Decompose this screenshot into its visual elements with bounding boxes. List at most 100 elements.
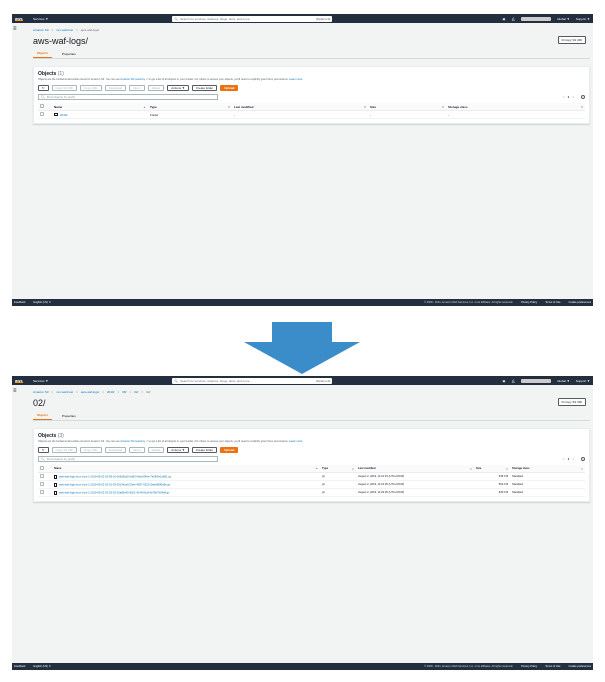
bell-icon[interactable]: 🔔︎ bbox=[511, 17, 515, 21]
column-header-last-modified[interactable]: Last modified ▽ bbox=[232, 103, 368, 111]
copy-url-button[interactable]: Copy URL bbox=[80, 447, 102, 453]
tab-bar: Objects Properties bbox=[33, 50, 590, 59]
refresh-button[interactable]: ↻ bbox=[38, 447, 49, 453]
column-header-type[interactable]: Type ▽ bbox=[148, 103, 232, 111]
search-icon: 🔍︎ bbox=[41, 95, 45, 99]
copy-s3-uri-button[interactable]: Copy S3 URI bbox=[51, 447, 78, 453]
column-header-last-modified[interactable]: Last modified ▽ bbox=[356, 465, 474, 473]
object-name-link[interactable]: aws-waf-logs-xxxx-xxxx-1-2019-08-02-02-0… bbox=[59, 475, 171, 478]
objects-table: Name ▲ Type ▽ Last modified ▽ Size ▽ Storage… bbox=[38, 103, 585, 119]
support-menu[interactable]: Support ▼ bbox=[576, 379, 590, 383]
actions-dropdown[interactable]: Actions ▼ bbox=[167, 85, 189, 91]
inventory-link[interactable]: Amazon S3 inventory bbox=[120, 78, 145, 81]
gear-icon[interactable] bbox=[581, 457, 585, 461]
open-button[interactable]: Open bbox=[129, 85, 145, 91]
breadcrumb-item[interactable]: xxx-waf-host bbox=[56, 28, 73, 32]
breadcrumb-item[interactable]: Amazon S3 bbox=[33, 28, 49, 32]
copy-s3-uri-button[interactable]: ⧉ Copy S3 URI bbox=[557, 398, 586, 406]
account-menu[interactable] bbox=[521, 16, 552, 21]
feedback-link[interactable]: Feedback bbox=[14, 301, 25, 304]
breadcrumb-item[interactable]: xxx-waf-host bbox=[56, 390, 73, 394]
learn-more-link[interactable]: Learn more bbox=[289, 78, 302, 81]
column-header-name[interactable]: Name ▲ bbox=[52, 465, 320, 473]
page-number[interactable]: 1 bbox=[568, 95, 570, 99]
delete-button[interactable]: Delete bbox=[147, 85, 165, 91]
cloudshell-icon[interactable]: ▣ bbox=[503, 379, 506, 383]
breadcrumb-item[interactable]: 08/ bbox=[122, 390, 126, 394]
cookie-preferences-link[interactable]: Cookie preferences bbox=[569, 301, 592, 304]
page-number[interactable]: 1 bbox=[568, 457, 570, 461]
services-menu[interactable]: Services ▼ bbox=[33, 17, 48, 21]
language-selector[interactable]: English (US) ▼ bbox=[33, 665, 51, 668]
services-menu[interactable]: Services ▼ bbox=[33, 379, 48, 383]
cloudshell-icon[interactable]: ▣ bbox=[503, 17, 506, 21]
upload-button[interactable]: Upload bbox=[220, 85, 239, 91]
tab-objects[interactable]: Objects bbox=[33, 51, 53, 58]
inventory-link[interactable]: Amazon S3 inventory bbox=[120, 440, 145, 443]
gear-icon[interactable] bbox=[581, 95, 585, 99]
column-header-type[interactable]: Type ▽ bbox=[320, 465, 356, 473]
download-button[interactable]: Download bbox=[104, 85, 127, 91]
hamburger-icon[interactable]: ≡ bbox=[13, 388, 17, 394]
copy-s3-uri-button[interactable]: Copy S3 URI bbox=[51, 85, 78, 91]
region-menu[interactable]: Global ▼ bbox=[557, 17, 569, 21]
breadcrumb-item[interactable]: 02/ bbox=[134, 390, 138, 394]
account-menu[interactable] bbox=[521, 378, 552, 383]
row-checkbox[interactable] bbox=[40, 112, 44, 116]
language-selector[interactable]: English (US) ▼ bbox=[33, 301, 51, 304]
column-header-name[interactable]: Name ▲ bbox=[52, 103, 148, 111]
prev-page-button[interactable]: < bbox=[563, 95, 565, 99]
terms-link[interactable]: Terms of Use bbox=[545, 665, 560, 668]
global-search-input[interactable]: 🔍︎ Search for services, features, blogs, … bbox=[172, 15, 333, 22]
next-page-button[interactable]: > bbox=[572, 95, 574, 99]
column-header-storage-class[interactable]: Storage class ▽ bbox=[446, 103, 585, 111]
sort-icon: ▽ bbox=[505, 467, 508, 471]
copy-url-button[interactable]: Copy URL bbox=[80, 85, 102, 91]
object-name-link[interactable]: aws-waf-logs-xxxx-xxxx-1-2019-08-02-02-1… bbox=[59, 483, 170, 486]
breadcrumb-item[interactable]: Amazon S3 bbox=[33, 390, 49, 394]
aws-logo[interactable]: aws bbox=[15, 378, 23, 383]
create-folder-button[interactable]: Create folder bbox=[191, 447, 218, 453]
column-header-size[interactable]: Size ▽ bbox=[368, 103, 446, 111]
download-button[interactable]: Download bbox=[104, 447, 127, 453]
create-folder-button[interactable]: Create folder bbox=[191, 85, 218, 91]
select-all-checkbox[interactable] bbox=[40, 466, 44, 470]
column-header-size[interactable]: Size ▽ bbox=[474, 465, 510, 473]
next-page-button[interactable]: > bbox=[572, 457, 574, 461]
object-name-link[interactable]: aws-waf-logs-xxxx-xxxx-1-2019-08-02-02-2… bbox=[59, 491, 170, 494]
row-checkbox[interactable] bbox=[40, 482, 44, 486]
top-nav-bar: aws Services ▼ 🔍︎ Search for services, fe… bbox=[12, 14, 593, 23]
privacy-link[interactable]: Privacy Policy bbox=[521, 301, 537, 304]
learn-more-link[interactable]: Learn more bbox=[289, 440, 302, 443]
select-all-checkbox[interactable] bbox=[40, 104, 44, 108]
cookie-preferences-link[interactable]: Cookie preferences bbox=[569, 665, 592, 668]
terms-link[interactable]: Terms of Use bbox=[545, 301, 560, 304]
privacy-link[interactable]: Privacy Policy bbox=[521, 665, 537, 668]
refresh-button[interactable]: ↻ bbox=[38, 85, 49, 91]
delete-button[interactable]: Delete bbox=[147, 447, 165, 453]
tab-objects[interactable]: Objects bbox=[33, 413, 53, 420]
open-button[interactable]: Open bbox=[129, 447, 145, 453]
global-search-input[interactable]: 🔍︎ Search for services, features, blogs, … bbox=[172, 377, 333, 384]
bell-icon[interactable]: 🔔︎ bbox=[511, 379, 515, 383]
support-menu[interactable]: Support ▼ bbox=[576, 17, 590, 21]
tab-properties[interactable]: Properties bbox=[58, 52, 80, 58]
feedback-link[interactable]: Feedback bbox=[14, 665, 25, 668]
object-name-link[interactable]: 2019/ bbox=[60, 113, 68, 117]
tab-properties[interactable]: Properties bbox=[58, 414, 80, 420]
filter-input[interactable]: 🔍︎ Find objects by prefix bbox=[38, 456, 218, 462]
row-checkbox[interactable] bbox=[40, 474, 44, 478]
actions-dropdown[interactable]: Actions ▼ bbox=[167, 447, 189, 453]
prev-page-button[interactable]: < bbox=[563, 457, 565, 461]
breadcrumb-item[interactable]: aws-waf-logs/ bbox=[81, 390, 99, 394]
column-header-storage-class[interactable]: Storage class ▽ bbox=[510, 465, 585, 473]
hamburger-icon[interactable]: ≡ bbox=[13, 26, 17, 32]
upload-button[interactable]: Upload bbox=[220, 447, 239, 453]
filter-input[interactable]: 🔍︎ Find objects by prefix bbox=[38, 94, 218, 100]
region-menu[interactable]: Global ▼ bbox=[557, 379, 569, 383]
aws-logo[interactable]: aws bbox=[15, 16, 23, 21]
sort-icon: ▽ bbox=[227, 104, 230, 109]
copy-s3-uri-button[interactable]: ⧉ Copy S3 URI bbox=[557, 36, 586, 44]
row-checkbox[interactable] bbox=[40, 490, 44, 494]
breadcrumb-item[interactable]: 2019/ bbox=[107, 390, 115, 394]
